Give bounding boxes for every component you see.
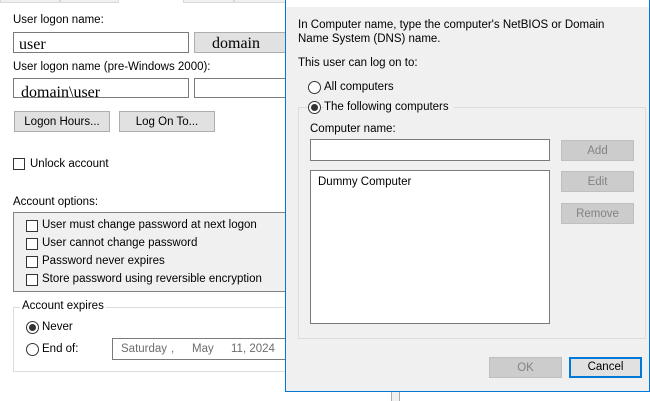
option-label: Store password using reversible encrypti… [42,273,262,285]
logon-name-input[interactable]: user [13,32,189,53]
dialog-title-bar [286,0,649,7]
never-label: Never [42,321,73,333]
computers-list[interactable]: Dummy Computer [310,170,550,324]
domain-select[interactable]: domain [194,32,290,53]
date-separator: , [171,343,175,355]
date-day-year: 11, 2024 [231,343,275,355]
computer-name-label: Computer name: [310,123,396,135]
following-computers-radio[interactable] [308,101,321,114]
list-item[interactable]: Dummy Computer [318,176,542,188]
ok-button[interactable]: OK [489,357,562,378]
account-options-label: Account options: [13,196,99,208]
log-on-to-dialog: In Computer name, type the computer's Ne… [285,0,650,392]
edit-button[interactable]: Edit [561,171,634,192]
pre2000-domain-input[interactable] [194,78,290,98]
log-on-to-button[interactable]: Log On To... [119,111,215,132]
option-checkbox[interactable] [26,238,38,250]
option-label: User must change password at next logon [42,219,257,231]
all-computers-label: All computers [324,81,394,93]
option-checkbox[interactable] [26,274,38,286]
option-checkbox[interactable] [26,220,38,232]
account-expires-label: Account expires [20,300,106,312]
logon-name-label: User logon name: [13,14,104,26]
pre2000-user-input[interactable]: domain\user [13,78,189,98]
option-label: User cannot change password [42,237,198,249]
remove-button[interactable]: Remove [561,203,634,224]
option-label: Password never expires [42,255,165,267]
tab[interactable] [0,0,60,3]
tab[interactable] [234,0,286,3]
unlock-account-checkbox[interactable] [13,158,25,170]
following-computers-label: The following computers [324,101,454,113]
account-options-list[interactable]: User must change password at next logon … [13,212,293,292]
cancel-button[interactable]: Cancel [569,357,642,378]
pre2000-label: User logon name (pre-Windows 2000): [13,61,211,73]
end-of-radio[interactable] [26,343,39,356]
date-weekday: Saturday [121,343,168,355]
option-checkbox[interactable] [26,256,38,268]
tab[interactable] [183,0,234,3]
computer-name-input[interactable] [310,139,550,161]
add-button[interactable]: Add [561,140,634,161]
logon-hours-button[interactable]: Logon Hours... [14,111,110,132]
all-computers-radio[interactable] [308,81,321,94]
unlock-account-label: Unlock account [30,158,109,170]
end-of-label: End of: [42,343,79,355]
end-of-date-picker[interactable]: Saturday , May 11, 2024 [112,338,292,360]
date-month: May [192,343,214,355]
can-log-on-label: This user can log on to: [298,57,418,69]
instructions-text: In Computer name, type the computer's Ne… [298,19,605,45]
never-radio[interactable] [26,321,39,334]
tab[interactable] [60,0,119,3]
